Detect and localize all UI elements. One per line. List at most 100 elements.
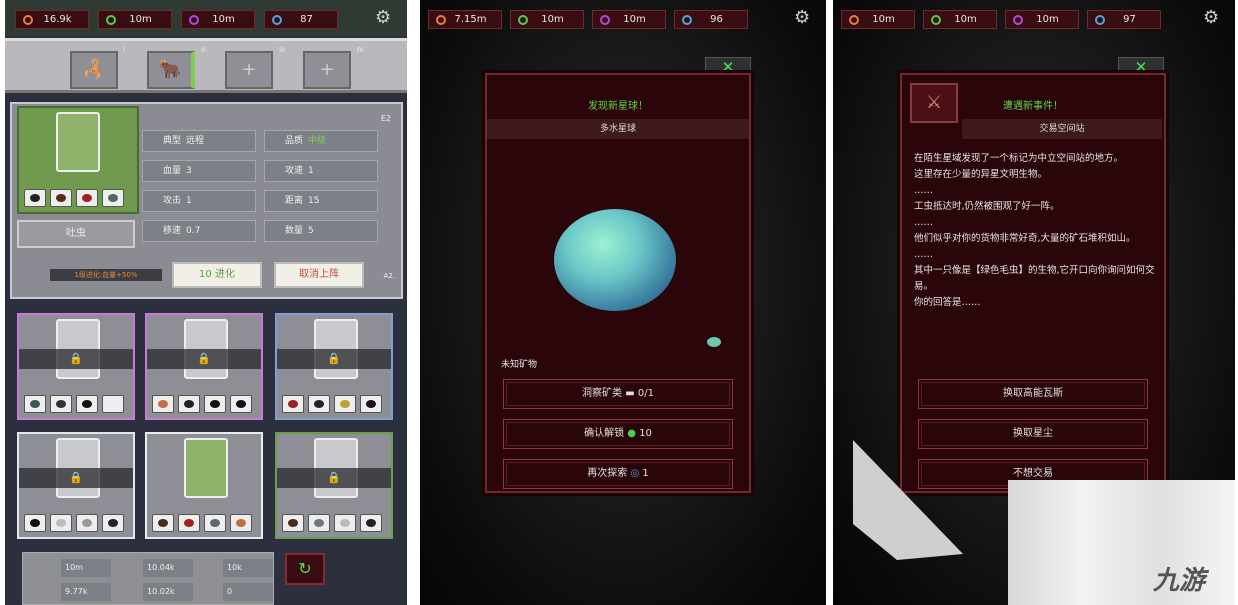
- settings-gear-icon[interactable]: ⚙: [794, 9, 812, 27]
- unit-level: E2: [380, 114, 391, 123]
- planet-image: [554, 209, 676, 311]
- blue-core-icon: [272, 14, 282, 25]
- gem-slot: [360, 395, 382, 413]
- inventory-item: 10.04k: [143, 559, 193, 577]
- resource-green: 10m: [923, 10, 997, 29]
- stat-move-speed: 移速 0.7: [142, 220, 256, 242]
- stat-quality: 品质 中级: [264, 130, 378, 152]
- gem-slot: [76, 395, 98, 413]
- planet-name: 多水星球: [487, 119, 749, 139]
- unit-screen: 16.9k 10m 10m 87 ⚙ 🦂 I 🐂 II + III + IV 吐虫 E2…: [5, 0, 407, 605]
- gold-icon: [849, 14, 859, 25]
- planet-screen: 7.15m 10m 10m 96 ⚙ ✕ 发现新星球！ 多水星球 未知矿物 洞察…: [420, 0, 826, 605]
- inspect-mineral-button[interactable]: 洞察矿类 ▬ 0/1: [503, 379, 733, 409]
- dialog-title: 发现新星球！: [588, 101, 648, 112]
- gem-slot: [204, 395, 226, 413]
- card-gems: [152, 395, 252, 413]
- resource-blue: 96: [674, 10, 748, 29]
- evolve-hint: 1级进化:血量+50%: [50, 269, 162, 281]
- camera-icon: ▬: [625, 388, 635, 399]
- inventory-item: 9.77k: [61, 583, 111, 601]
- lock-icon: 🔒: [19, 468, 133, 488]
- trade-gas-button[interactable]: 换取高能瓦斯: [918, 379, 1148, 409]
- resource-bar: 7.15m 10m 10m 96 ⚙: [420, 0, 826, 36]
- watermark-text: 九游: [1153, 566, 1206, 596]
- gem-slot: [102, 514, 124, 532]
- event-description: 在陌生星域发现了一个标记为中立空间站的地方。 这里存在少量的异星文明生物。…… 工虫…: [914, 153, 1155, 308]
- inventory-item: 10.02k: [143, 583, 193, 601]
- gem-slot: [152, 514, 174, 532]
- squad-slot-1[interactable]: 🦂: [70, 51, 118, 89]
- confirm-unlock-button[interactable]: 确认解锁 ● 10: [503, 419, 733, 449]
- gem-slot: [24, 395, 46, 413]
- card-gems: [282, 395, 382, 413]
- green-crystal-icon: ●: [627, 428, 636, 439]
- squad-slot-4-empty[interactable]: +: [303, 51, 351, 89]
- event-dialog: ⚔ 遭遇新事件！ 交易空间站 在陌生星域发现了一个标记为中立空间站的地方。 这里存…: [900, 73, 1166, 493]
- card-gems: [24, 395, 124, 413]
- settings-gear-icon[interactable]: ⚙: [1203, 9, 1221, 27]
- unit-gems: [24, 189, 124, 207]
- stat-attack-speed: 攻速 1: [264, 160, 378, 182]
- event-screen: 10m 10m 10m 97 ⚙ ✕ ⚔ 遭遇新事件！ 交易空间站 在陌生星域发…: [833, 0, 1235, 605]
- gem-slot: [230, 514, 252, 532]
- green-crystal-icon: [106, 14, 116, 25]
- resource-green: 10m: [98, 10, 172, 29]
- inventory-item: 0: [223, 583, 273, 601]
- plus-icon: +: [319, 59, 335, 80]
- squad-slot-2[interactable]: 🐂: [147, 51, 195, 89]
- stat-range: 距离 15: [264, 190, 378, 212]
- plus-icon: +: [241, 59, 257, 80]
- card-face: [184, 438, 228, 498]
- unit-card[interactable]: [17, 106, 139, 214]
- gem-slot: [50, 395, 72, 413]
- resource-blue: 97: [1087, 10, 1161, 29]
- gem-slot: [178, 514, 200, 532]
- green-crystal-icon: [518, 14, 528, 25]
- refresh-button[interactable]: ↻: [285, 553, 325, 585]
- lock-icon: 🔒: [277, 468, 391, 488]
- unit-card[interactable]: 🔒: [17, 313, 135, 420]
- unit-card[interactable]: 🔒: [17, 432, 135, 539]
- unit-portrait: [56, 112, 100, 172]
- resource-blue: 87: [264, 10, 338, 29]
- unit-card[interactable]: [145, 432, 263, 539]
- resource-purple: 10m: [181, 10, 255, 29]
- blue-core-icon: ◎: [630, 468, 640, 479]
- cancel-deploy-button[interactable]: 取消上阵: [274, 262, 364, 288]
- gem-slot: [24, 514, 46, 532]
- side-tag[interactable]: A2.: [384, 272, 395, 280]
- explore-again-button[interactable]: 再次探索 ◎ 1: [503, 459, 733, 489]
- squad-slot-3-empty[interactable]: +: [225, 51, 273, 89]
- trade-stardust-button[interactable]: 换取星尘: [918, 419, 1148, 449]
- mineral-label: 未知矿物: [501, 360, 538, 370]
- card-gems: [24, 514, 124, 532]
- unit-detail-panel: 吐虫 E2 典型 远程 品质 中级 血量 3 攻速 1 攻击 1 距离 15 移速 0.7 数…: [10, 102, 403, 299]
- gem-slot: [334, 514, 356, 532]
- blue-core-icon: [682, 14, 692, 25]
- evolve-button[interactable]: 10 进化: [172, 262, 262, 288]
- event-name: 交易空间站: [962, 119, 1162, 139]
- inventory-item: 10m: [61, 559, 111, 577]
- planet-dialog: 发现新星球！ 多水星球 未知矿物 洞察矿类 ▬ 0/1 确认解锁 ● 10 再次…: [485, 73, 751, 493]
- settings-gear-icon[interactable]: ⚙: [375, 9, 393, 27]
- card-gems: [152, 514, 252, 532]
- resource-green: 10m: [510, 10, 584, 29]
- gem-slot: [360, 514, 382, 532]
- gem-slot: [102, 395, 124, 413]
- unit-card[interactable]: 🔒: [275, 313, 393, 420]
- gold-icon: [436, 14, 446, 25]
- gold-icon: [23, 14, 33, 25]
- unit-card[interactable]: 🔒: [275, 432, 393, 539]
- stat-hp: 血量 3: [142, 160, 256, 182]
- gem-slot: [282, 395, 304, 413]
- resource-bar: 16.9k 10m 10m 87 ⚙: [5, 0, 407, 36]
- resource-bar: 10m 10m 10m 97 ⚙: [833, 0, 1235, 36]
- lock-icon: 🔒: [277, 349, 391, 369]
- gem-slot: [282, 514, 304, 532]
- purple-crystal-icon: [1013, 14, 1023, 25]
- inventory-item: 10k: [223, 559, 273, 577]
- stat-count: 数量 5: [264, 220, 378, 242]
- green-crystal-icon: [931, 14, 941, 25]
- unit-card[interactable]: 🔒: [145, 313, 263, 420]
